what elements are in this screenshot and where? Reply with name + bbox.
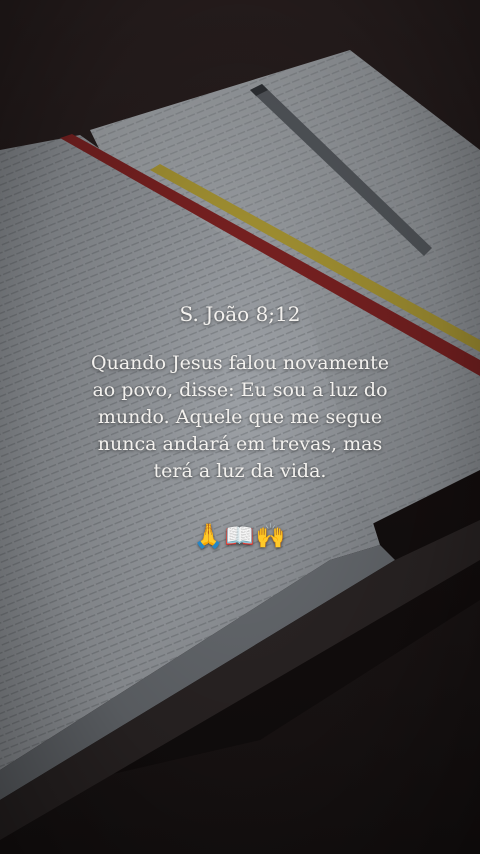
verse-reference: S. João 8;12 [179, 302, 301, 326]
verse-line: Quando Jesus falou novamente [91, 352, 389, 374]
verse-line: mundo. Aquele que me segue [97, 406, 383, 428]
prayer-book-raised-hands-icon: 🙏📖🙌 [193, 522, 287, 550]
wallpaper: S. João 8;12 Quando Jesus falou novament… [0, 0, 480, 854]
verse-block: S. João 8;12 Quando Jesus falou novament… [40, 300, 440, 551]
verse-line: nunca andará em trevas, mas [97, 433, 383, 455]
verse-text: Quando Jesus falou novamente ao povo, di… [40, 350, 440, 485]
verse-line: terá a luz da vida. [153, 460, 327, 482]
verse-line: ao povo, disse: Eu sou a luz do [92, 379, 388, 401]
